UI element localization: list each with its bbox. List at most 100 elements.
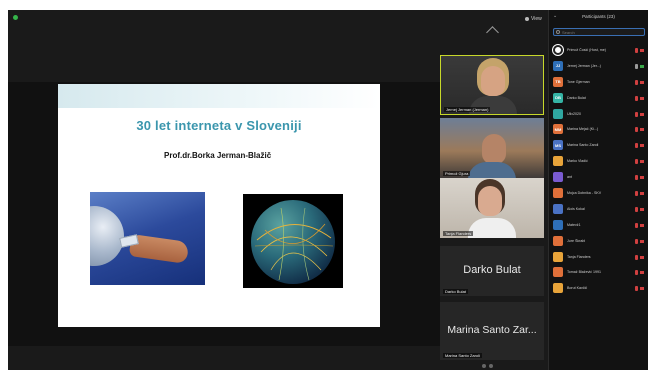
participant-row[interactable]: ant [553, 169, 647, 185]
avatar [553, 251, 563, 262]
participant-name: Tone Gjerman [567, 79, 590, 84]
microphone-icon [635, 63, 638, 69]
avatar: JJ [553, 60, 563, 71]
participant-face [478, 186, 502, 216]
participant-row[interactable]: Tomaž Blažević 1991 [553, 264, 647, 280]
zoom-window: View 30 let interneta v Sloveniji Prof.d… [8, 10, 648, 370]
microphone-icon [635, 222, 638, 228]
video-tile-off[interactable]: Marina Santo Zar... Marina Santo Zaroli [440, 302, 544, 360]
tile-name-label: Jernej Jerman (Jerman) [444, 107, 491, 112]
microphone-icon [635, 270, 638, 276]
camera-icon [640, 112, 644, 116]
camera-icon [640, 255, 644, 259]
participant-name: Borut Kavčič [567, 286, 588, 291]
participant-row[interactable]: JJ Jernej Jerman (Jer...) [553, 58, 647, 74]
view-button[interactable]: View [522, 14, 545, 23]
microphone-icon [635, 254, 638, 260]
participant-name: Marina Santo Zaroli [567, 143, 599, 148]
main-stage: View 30 let interneta v Sloveniji Prof.d… [8, 10, 548, 370]
participant-status-icons [635, 79, 644, 85]
camera-icon [640, 223, 644, 227]
view-label: View [531, 15, 542, 22]
participant-status-icons [635, 127, 644, 133]
participant-name: Jure Škrabl [567, 238, 586, 243]
camera-icon [640, 239, 644, 243]
avatar: MM [553, 124, 563, 135]
participant-status-icons [635, 111, 644, 117]
camera-icon [640, 271, 644, 275]
participant-row[interactable]: Tanja Flanders [553, 249, 647, 265]
participant-status-icons [635, 159, 644, 165]
security-shield-icon[interactable] [13, 15, 18, 20]
participant-status-icons [635, 206, 644, 212]
participant-status-icons [635, 63, 644, 69]
grid-icon [525, 16, 529, 21]
camera-icon [640, 128, 644, 132]
avatar [553, 187, 563, 198]
camera-icon [640, 287, 644, 291]
microphone-icon [635, 175, 638, 181]
camera-icon [640, 80, 644, 84]
microphone-icon [635, 143, 638, 149]
participant-row[interactable]: Marko Vladić [553, 153, 647, 169]
participant-row[interactable]: Mojca Dobnika - SKV [553, 185, 647, 201]
participant-status-icons [635, 238, 644, 244]
microphone-icon [635, 111, 638, 117]
participant-row[interactable]: TB Tone Gjerman [553, 74, 647, 90]
participant-status-icons [635, 270, 644, 276]
chevron-up-icon[interactable] [486, 26, 499, 39]
participant-row[interactable]: Matevž1 [553, 217, 647, 233]
participant-status-icons [635, 222, 644, 228]
participant-name: Mojca Dobnika - SKV [567, 190, 602, 195]
camera-icon [640, 207, 644, 211]
participant-row[interactable]: Ulix2020 [553, 106, 647, 122]
video-tile-off[interactable]: Darko Bulat Darko Bulat [440, 246, 544, 296]
participant-list: Primož Čosić (Host, me) JJ Jernej Jerman (… [553, 42, 647, 296]
participant-row[interactable]: DB Darko Bulat [553, 90, 647, 106]
tile-big-name: Darko Bulat [463, 264, 521, 276]
camera-icon [640, 160, 644, 164]
scroll-indicator[interactable] [482, 364, 500, 368]
microphone-icon [635, 48, 638, 53]
participant-name: ant [567, 175, 572, 180]
shared-slide: 30 let interneta v Sloveniji Prof.dr.Bor… [58, 84, 380, 327]
avatar [553, 172, 563, 183]
video-tile[interactable]: Jernej Jerman (Jerman) [440, 55, 544, 115]
camera-icon [640, 192, 644, 196]
participant-row[interactable]: MM Marina Mejač (Ki...) [553, 121, 647, 137]
participant-row[interactable]: Borut Kavčič [553, 280, 647, 296]
avatar [553, 235, 563, 246]
participant-row[interactable]: Jure Škrabl [553, 233, 647, 249]
participant-row[interactable]: Alois Kokal [553, 201, 647, 217]
video-tile[interactable]: Primož Gjura [440, 118, 544, 178]
avatar [553, 283, 563, 294]
participant-name: Darko Bulat [567, 95, 586, 100]
avatar [553, 108, 563, 119]
participant-body [469, 96, 517, 114]
participant-status-icons [635, 175, 644, 181]
participant-name: Marko Vladić [567, 159, 588, 164]
avatar: TB [553, 76, 563, 87]
participants-panel: ⌄ Participants (23) Search Primož Čosić … [548, 10, 648, 370]
search-input[interactable]: Search [553, 28, 645, 36]
avatar [553, 219, 563, 230]
participant-face [481, 66, 505, 96]
avatar [553, 203, 563, 214]
microphone-icon [635, 238, 638, 244]
search-placeholder: Search [562, 30, 575, 35]
participant-row[interactable]: MS Marina Santo Zaroli [553, 137, 647, 153]
tile-name-label: Marina Santo Zaroli [443, 353, 482, 358]
slide-image-globe-network [243, 194, 343, 288]
avatar: MS [553, 140, 563, 151]
slide-image-hand-card [90, 192, 205, 285]
network-lines [254, 207, 334, 281]
participant-row[interactable]: Primož Čosić (Host, me) [553, 42, 647, 58]
participant-status-icons [635, 143, 644, 149]
search-icon [556, 30, 560, 34]
participant-name: Tanja Flanders [567, 254, 591, 259]
video-tile[interactable]: Tanja Flanders [440, 178, 544, 238]
panel-title: Participants (23) [582, 14, 615, 19]
camera-icon [640, 96, 644, 100]
tile-name-label: Darko Bulat [443, 289, 468, 294]
microphone-icon [635, 191, 638, 197]
